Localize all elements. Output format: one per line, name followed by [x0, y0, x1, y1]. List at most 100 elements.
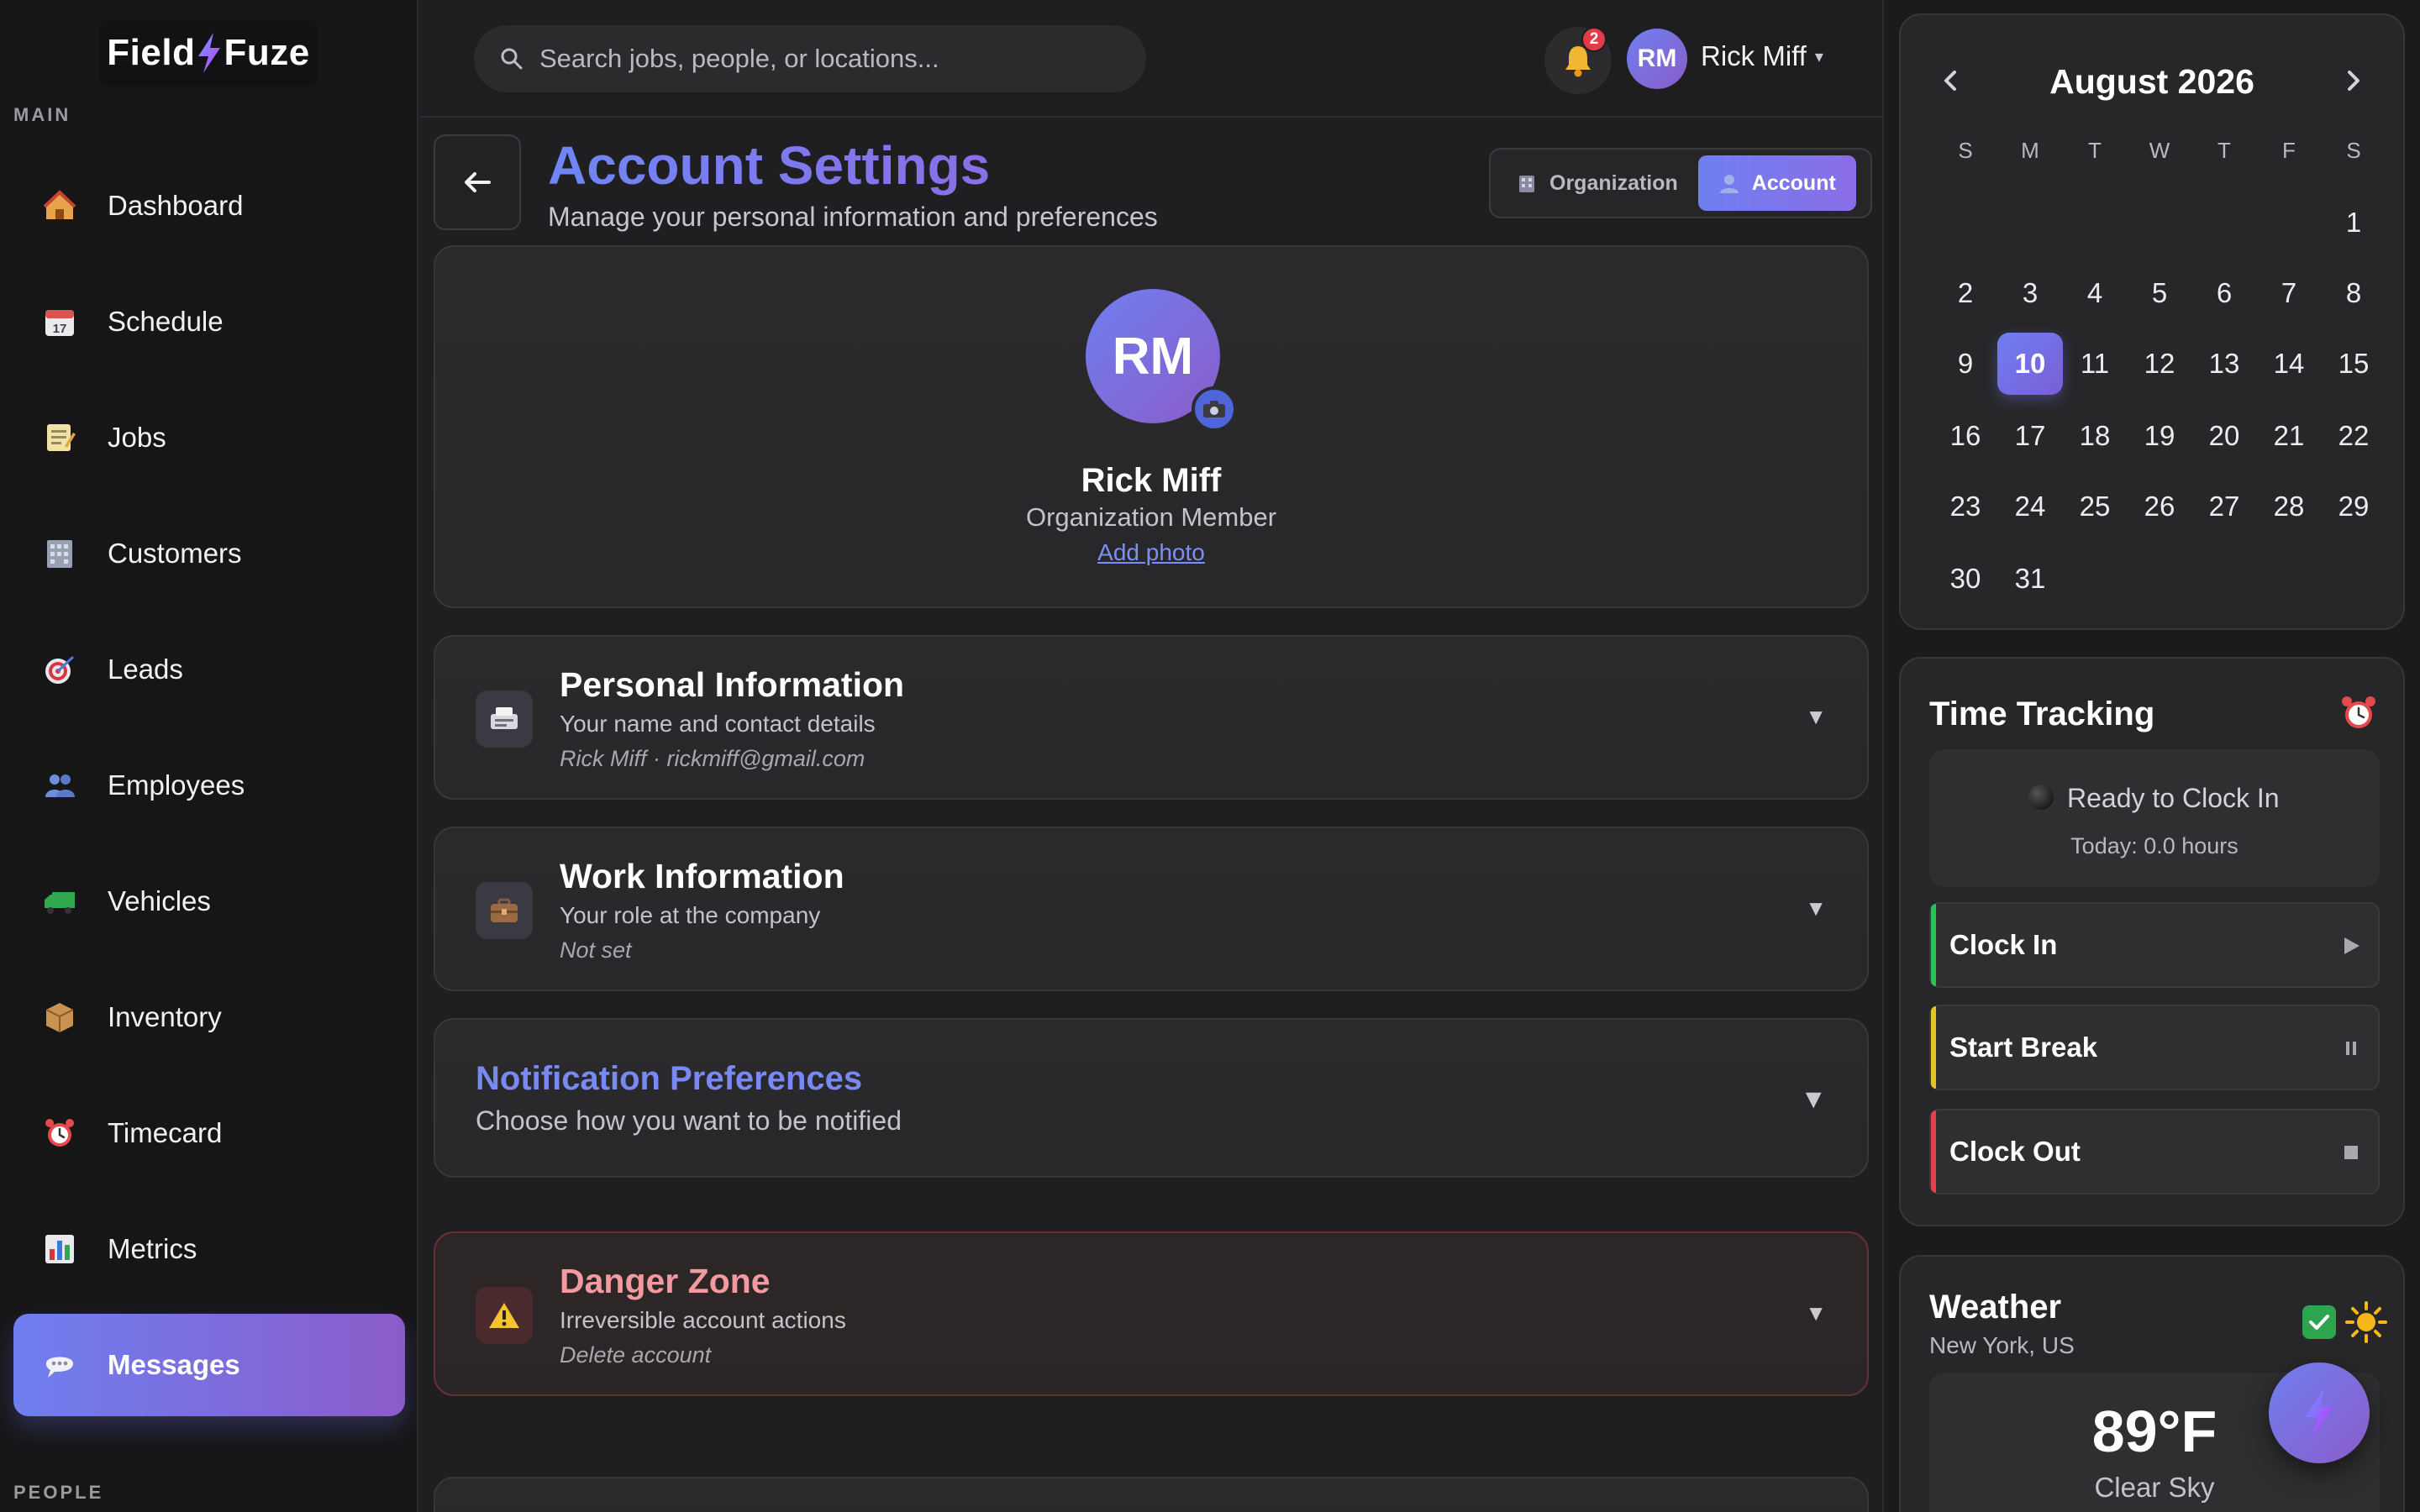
calendar-day[interactable]: 6: [2191, 262, 2257, 324]
alarm-clock-icon: [37, 1110, 82, 1156]
calendar-day[interactable]: 26: [2127, 475, 2192, 538]
search-icon: [501, 48, 523, 70]
id-card-icon: [476, 690, 533, 748]
memo-icon: [37, 415, 82, 460]
calendar-day[interactable]: 9: [1933, 333, 1998, 395]
nav-section-people: PEOPLE: [13, 1482, 104, 1503]
work-information-section[interactable]: Work Information Your role at the compan…: [434, 827, 1869, 991]
section-title: Personal Information: [560, 665, 905, 704]
calendar-day[interactable]: 17: [1997, 405, 2063, 467]
change-photo-button[interactable]: [1192, 386, 1237, 432]
calendar-day[interactable]: 24: [1997, 475, 2063, 538]
chevron-down-icon[interactable]: ▼: [1805, 895, 1827, 921]
calendar-day[interactable]: 1: [2321, 192, 2386, 254]
section-title: Work Information: [560, 857, 844, 895]
start-break-button[interactable]: Start Break: [1929, 1005, 2380, 1090]
sidebar-item-timecard[interactable]: Timecard: [13, 1082, 405, 1184]
chevron-right-icon[interactable]: [2338, 66, 2368, 96]
alarm-clock-icon: [2342, 696, 2375, 728]
calendar-day[interactable]: 7: [2256, 262, 2322, 324]
calendar-day[interactable]: 21: [2256, 405, 2322, 467]
page-subtitle: Manage your personal information and pre…: [548, 202, 1158, 232]
calendar-day[interactable]: 13: [2191, 333, 2257, 395]
clock-in-button[interactable]: Clock In: [1929, 902, 2380, 988]
app-logo[interactable]: Field Fuze: [99, 20, 318, 86]
calendar-day[interactable]: 12: [2127, 333, 2192, 395]
sidebar-item-label: Metrics: [108, 1233, 197, 1264]
calendar-day[interactable]: 23: [1933, 475, 1998, 538]
sidebar-item-vehicles[interactable]: Vehicles: [13, 850, 405, 953]
add-photo-label[interactable]: Add photo: [1097, 539, 1205, 565]
truck-icon: [37, 879, 82, 924]
speech-bubble-icon: [37, 1342, 82, 1388]
quick-action-button[interactable]: [2269, 1362, 2370, 1463]
sidebar-item-schedule[interactable]: 17 Schedule: [13, 270, 405, 373]
search-input[interactable]: [539, 44, 1111, 74]
personal-information-section[interactable]: Personal Information Your name and conta…: [434, 635, 1869, 800]
tab-account[interactable]: Account: [1697, 155, 1856, 211]
user-name: Rick Miff: [1701, 40, 1807, 71]
lightning-bolt-icon: [198, 33, 221, 73]
sidebar-item-label: Leads: [108, 654, 183, 685]
top-bar: 2 RM Rick Miff ▾: [420, 0, 1882, 118]
weekday-label: F: [2282, 138, 2296, 163]
logo-text-field: Field: [107, 32, 196, 73]
bar-chart-icon: [37, 1226, 82, 1272]
main-content: Account Settings Manage your personal in…: [420, 118, 1882, 1512]
notifications-button[interactable]: 2: [1544, 27, 1612, 94]
sidebar-item-label: Dashboard: [108, 190, 244, 221]
calendar-day[interactable]: 28: [2256, 475, 2322, 538]
tab-organization[interactable]: Organization: [1496, 155, 1698, 211]
button-label: Start Break: [1949, 1032, 2098, 1063]
notification-preferences-section[interactable]: Notification Preferences Choose how you …: [434, 1018, 1869, 1178]
sidebar-item-metrics[interactable]: Metrics: [13, 1198, 405, 1300]
widget-title: Weather: [1929, 1289, 2062, 1326]
calendar-day[interactable]: 2: [1933, 262, 1998, 324]
user-avatar[interactable]: RM: [1627, 29, 1687, 89]
calendar-day[interactable]: 20: [2191, 405, 2257, 467]
sidebar-item-messages[interactable]: Messages: [13, 1314, 405, 1416]
sidebar-item-customers[interactable]: Customers: [13, 502, 405, 605]
section-subtitle: Choose how you want to be notified: [476, 1105, 902, 1136]
profile-name: Rick Miff: [1081, 462, 1222, 499]
sidebar-item-employees[interactable]: Employees: [13, 734, 405, 837]
people-icon: [37, 763, 82, 808]
sidebar-item-jobs[interactable]: Jobs: [13, 386, 405, 489]
calendar-header: August 2026: [1901, 49, 2403, 116]
calendar-day[interactable]: 3: [1997, 262, 2063, 324]
chevron-down-icon[interactable]: ▼: [1805, 1300, 1827, 1326]
section-subtitle: Your name and contact details: [560, 711, 876, 737]
calendar-day[interactable]: 5: [2127, 262, 2192, 324]
sidebar-item-inventory[interactable]: Inventory: [13, 966, 405, 1068]
search-bar[interactable]: [474, 25, 1146, 92]
calendar-day[interactable]: 25: [2062, 475, 2128, 538]
chevron-down-icon[interactable]: ▼: [1805, 704, 1827, 730]
calendar-day[interactable]: 19: [2127, 405, 2192, 467]
calendar-day-today[interactable]: 10: [1997, 333, 2063, 395]
clock-out-button[interactable]: Clock Out: [1929, 1109, 2380, 1194]
chevron-down-icon[interactable]: ▼: [1800, 1084, 1827, 1115]
calendar-day[interactable]: 11: [2062, 333, 2128, 395]
clock-status-panel: Ready to Clock In Today: 0.0 hours: [1929, 749, 2380, 887]
calendar-day[interactable]: 15: [2321, 333, 2386, 395]
calendar-day[interactable]: 18: [2062, 405, 2128, 467]
section-title: Danger Zone: [560, 1262, 771, 1300]
calendar-day[interactable]: 8: [2321, 262, 2386, 324]
calendar-day[interactable]: 14: [2256, 333, 2322, 395]
calendar-day[interactable]: 30: [1933, 548, 1998, 610]
calendar-day[interactable]: 31: [1997, 548, 2063, 610]
logo-text-fuze: Fuze: [224, 32, 310, 73]
calendar-day[interactable]: 27: [2191, 475, 2257, 538]
user-menu[interactable]: Rick Miff ▾: [1701, 40, 1823, 72]
weekday-label: T: [2088, 138, 2102, 163]
calendar-day[interactable]: 29: [2321, 475, 2386, 538]
danger-zone-section[interactable]: Danger Zone Irreversible account actions…: [434, 1231, 1869, 1396]
calendar-day[interactable]: 16: [1933, 405, 1998, 467]
calendar-day[interactable]: 22: [2321, 405, 2386, 467]
sidebar-item-dashboard[interactable]: Dashboard: [13, 155, 405, 257]
sidebar-item-leads[interactable]: Leads: [13, 618, 405, 721]
add-photo-link[interactable]: Add photo: [435, 539, 1867, 566]
settings-tabs: Organization Account: [1489, 148, 1872, 218]
back-button[interactable]: [434, 134, 521, 230]
calendar-day[interactable]: 4: [2062, 262, 2128, 324]
